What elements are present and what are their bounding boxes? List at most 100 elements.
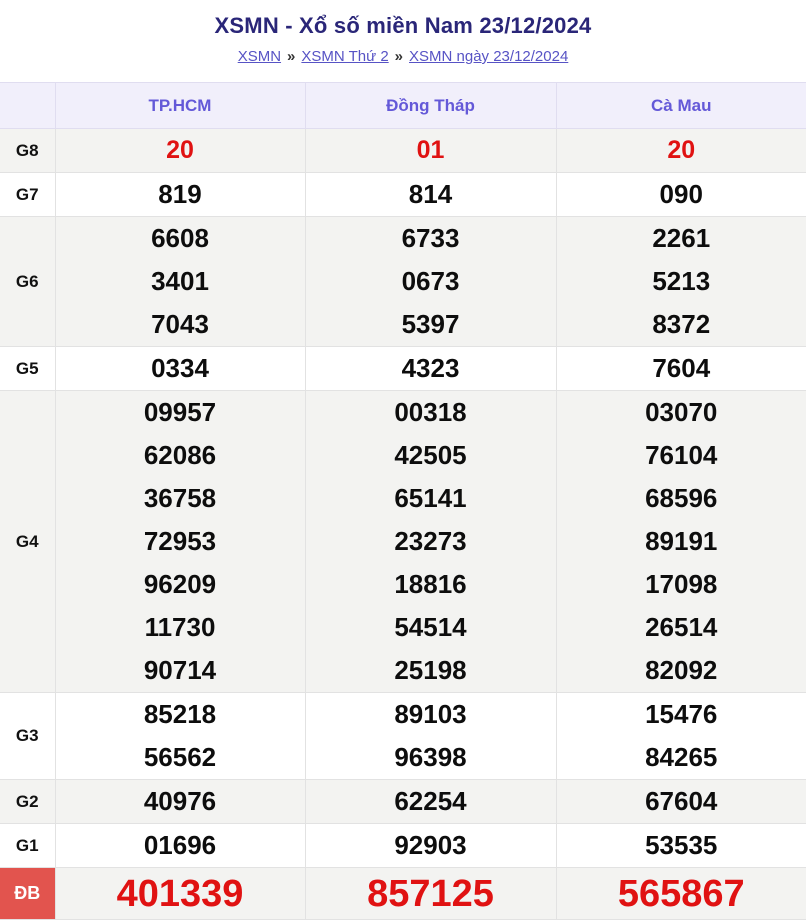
breadcrumb-link[interactable]: XSMN ngày 23/12/2024 [409,48,568,65]
prize-value-cell: 01 [305,129,556,173]
prize-number: 20 [557,129,806,172]
prize-value-cell: 090 [556,173,806,217]
breadcrumb-link[interactable]: XSMN Thứ 2 [301,48,388,65]
prize-number: 26514 [557,606,806,649]
results-table-body: G8200120G7819814090G66608340170436733067… [0,129,806,920]
prize-number: 76104 [557,434,806,477]
prize-number: 2261 [557,217,806,260]
prize-number: 84265 [557,736,806,779]
prize-value-cell: 673306735397 [305,217,556,347]
prize-number: 82092 [557,649,806,692]
prize-value-cell: 0334 [55,347,305,391]
prize-label: G5 [0,347,55,391]
prize-number: 03070 [557,391,806,434]
prize-number: 36758 [56,477,305,520]
prize-number: 67604 [557,780,806,823]
prize-number: 72953 [56,520,305,563]
corner-cell [0,83,55,129]
prize-value-cell: 857125 [305,868,556,920]
prize-value-cell: 40976 [55,780,305,824]
prize-number: 857125 [306,869,556,919]
prize-number: 6608 [56,217,305,260]
prize-value-cell: 8910396398 [305,693,556,780]
prize-number: 54514 [306,606,556,649]
page-title: XSMN - Xổ số miền Nam 23/12/2024 [0,13,806,39]
prize-value-cell: 226152138372 [556,217,806,347]
prize-number: 89191 [557,520,806,563]
prize-number: 0673 [306,260,556,303]
column-header: TP.HCM [55,83,305,129]
prize-number: 53535 [557,824,806,867]
prize-number: 7043 [56,303,305,346]
prize-value-cell: 20 [556,129,806,173]
prize-number: 20 [56,129,305,172]
prize-value-cell: 62254 [305,780,556,824]
page-header: XSMN - Xổ số miền Nam 23/12/2024 XSMN»XS… [0,0,806,82]
prize-value-cell: 660834017043 [55,217,305,347]
prize-number: 7604 [557,347,806,390]
prize-label: G7 [0,173,55,217]
prize-number: 5397 [306,303,556,346]
prize-label: G1 [0,824,55,868]
prize-number: 62254 [306,780,556,823]
prize-number: 17098 [557,563,806,606]
prize-number: 42505 [306,434,556,477]
table-row: G1016969290353535 [0,824,806,868]
results-table-header: TP.HCMĐồng ThápCà Mau [0,83,806,129]
prize-number: 8372 [557,303,806,346]
prize-value-cell: 819 [55,173,305,217]
prize-number: 00318 [306,391,556,434]
results-table: TP.HCMĐồng ThápCà Mau G8200120G781981409… [0,82,806,920]
prize-number: 0334 [56,347,305,390]
table-row: G6660834017043673306735397226152138372 [0,217,806,347]
prize-number: 89103 [306,693,556,736]
prize-value-cell: 09957620863675872953962091173090714 [55,391,305,693]
prize-number: 5213 [557,260,806,303]
breadcrumb-link[interactable]: XSMN [238,48,281,65]
prize-value-cell: 20 [55,129,305,173]
prize-number: 25198 [306,649,556,692]
prize-number: 96398 [306,736,556,779]
prize-label: G6 [0,217,55,347]
table-row: G409957620863675872953962091173090714003… [0,391,806,693]
table-row: ĐB401339857125565867 [0,868,806,920]
breadcrumb-separator: » [287,48,295,65]
prize-number: 01 [306,129,556,172]
prize-value-cell: 1547684265 [556,693,806,780]
prize-number: 85218 [56,693,305,736]
prize-value-cell: 401339 [55,868,305,920]
prize-number: 40976 [56,780,305,823]
prize-number: 96209 [56,563,305,606]
prize-value-cell: 565867 [556,868,806,920]
prize-value-cell: 4323 [305,347,556,391]
prize-number: 090 [557,173,806,216]
prize-value-cell: 7604 [556,347,806,391]
prize-number: 4323 [306,347,556,390]
prize-number: 11730 [56,606,305,649]
prize-number: 92903 [306,824,556,867]
prize-value-cell: 01696 [55,824,305,868]
prize-label: G8 [0,129,55,173]
prize-value-cell: 8521856562 [55,693,305,780]
prize-value-cell: 814 [305,173,556,217]
prize-label: G3 [0,693,55,780]
column-header: Cà Mau [556,83,806,129]
prize-label: G4 [0,391,55,693]
breadcrumb-separator: » [395,48,403,65]
prize-number: 62086 [56,434,305,477]
prize-value-cell: 03070761046859689191170982651482092 [556,391,806,693]
prize-number: 401339 [56,869,305,919]
breadcrumb: XSMN » XSMN Thứ 2 » XSMN ngày 23/12/2024 [0,48,806,65]
prize-number: 09957 [56,391,305,434]
column-header: Đồng Tháp [305,83,556,129]
prize-number: 23273 [306,520,556,563]
header-row: TP.HCMĐồng ThápCà Mau [0,83,806,129]
table-row: G5033443237604 [0,347,806,391]
prize-number: 68596 [557,477,806,520]
prize-label: G2 [0,780,55,824]
prize-value-cell: 67604 [556,780,806,824]
prize-value-cell: 00318425056514123273188165451425198 [305,391,556,693]
table-row: G3852185656289103963981547684265 [0,693,806,780]
table-row: G8200120 [0,129,806,173]
prize-number: 90714 [56,649,305,692]
